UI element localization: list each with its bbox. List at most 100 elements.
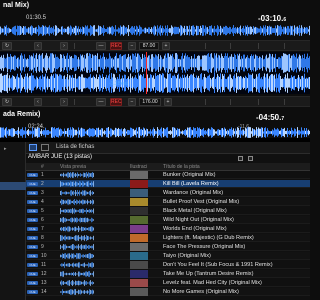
waveform-bar bbox=[56, 128, 57, 137]
waveform-bar bbox=[84, 77, 85, 89]
waveform-bar bbox=[11, 56, 12, 70]
waveform-bar bbox=[73, 227, 74, 231]
waveform-bar bbox=[128, 53, 129, 73]
table-row[interactable]: CUE 12 Take Me Up (Tantrum Desire Remix) bbox=[26, 270, 310, 278]
waveform-bar bbox=[96, 127, 97, 138]
deck-2-dash-button[interactable]: — bbox=[96, 98, 106, 106]
grid-view-icon[interactable] bbox=[41, 144, 49, 151]
deck-1-overview-waveform[interactable] bbox=[0, 24, 310, 37]
deck-1-next-button[interactable]: › bbox=[60, 42, 68, 50]
table-row[interactable]: CUE 6 Wild Night Out (Original Mix) bbox=[26, 216, 310, 224]
deck-1-minus-button[interactable]: − bbox=[128, 42, 136, 50]
deck-1-plus-button[interactable]: + bbox=[162, 42, 170, 50]
waveform-bar bbox=[115, 25, 116, 36]
waveform-bar bbox=[78, 26, 79, 35]
waveform-bar bbox=[174, 74, 175, 92]
track-preview-waveform[interactable] bbox=[60, 280, 94, 286]
table-row[interactable]: CUE 4 Bullet Proof Vest (Original Mix) bbox=[26, 198, 310, 206]
cue-state-badge: CUE bbox=[27, 227, 38, 231]
waveform-bar bbox=[28, 128, 29, 137]
deck-zoom-waveforms[interactable]: -1.1Beat bbox=[0, 52, 310, 94]
waveform-bar bbox=[47, 76, 48, 90]
column-header-number[interactable]: # bbox=[41, 164, 44, 170]
cue-state-badge: CUE bbox=[27, 173, 38, 177]
deck-1-loop-button[interactable]: ↻ bbox=[2, 42, 12, 50]
track-preview-waveform[interactable] bbox=[60, 208, 94, 214]
column-header-artwork[interactable]: Ilustraci bbox=[130, 164, 147, 170]
table-row[interactable]: CUE 5 Black Metal (Original Mix) bbox=[26, 207, 310, 215]
track-preview-waveform[interactable] bbox=[60, 181, 94, 187]
waveform-bar bbox=[90, 25, 91, 36]
waveform-bar bbox=[303, 77, 304, 89]
waveform-bar bbox=[233, 75, 234, 91]
waveform-bar bbox=[83, 245, 84, 249]
waveform-bar bbox=[91, 262, 92, 268]
deck-2-prev-button[interactable]: ‹ bbox=[34, 98, 42, 106]
table-row[interactable]: CUE 9 Face The Pressure (Original Mix) bbox=[26, 243, 310, 251]
waveform-bar bbox=[43, 58, 44, 68]
table-row[interactable]: CUE 1 Bunker (Original Mix) bbox=[26, 171, 310, 179]
table-row[interactable]: CUE 3 Wardance (Original Mix) bbox=[26, 189, 310, 197]
waveform-bar bbox=[254, 27, 255, 34]
waveform-bar bbox=[302, 130, 303, 135]
deck-1-dash-button[interactable]: — bbox=[96, 42, 106, 50]
waveform-bar bbox=[268, 130, 269, 135]
browser-sidebar[interactable]: ▸ bbox=[0, 142, 26, 300]
track-preview-waveform[interactable] bbox=[60, 289, 94, 295]
waveform-bar bbox=[82, 174, 83, 176]
waveform-bar bbox=[66, 254, 67, 258]
waveform-bar bbox=[120, 54, 121, 72]
track-preview-waveform[interactable] bbox=[60, 271, 94, 277]
filter-checkbox-1[interactable] bbox=[238, 156, 243, 161]
waveform-bar bbox=[83, 172, 84, 178]
waveform-bar bbox=[89, 209, 90, 213]
list-view-icon[interactable] bbox=[29, 144, 37, 151]
sidebar-selected-item[interactable] bbox=[0, 182, 26, 190]
waveform-bar bbox=[128, 76, 129, 90]
deck-1-prev-button[interactable]: ‹ bbox=[34, 42, 42, 50]
waveform-bar bbox=[191, 74, 192, 92]
waveform-bar bbox=[84, 290, 85, 294]
table-row[interactable]: CUE 7 Worlds End (Original Mix) bbox=[26, 225, 310, 233]
table-row[interactable]: CUE 14 No More Games (Original Mix) bbox=[26, 288, 310, 296]
waveform-bar bbox=[130, 73, 131, 93]
column-header-title[interactable]: Título de la pista bbox=[163, 164, 200, 170]
waveform-bar bbox=[83, 190, 84, 196]
deck-2-overview-waveform[interactable] bbox=[0, 126, 310, 138]
waveform-bar bbox=[90, 226, 91, 232]
deck-2-pitch-field[interactable]: 176.00 bbox=[139, 98, 161, 106]
track-preview-waveform[interactable] bbox=[60, 244, 94, 250]
deck-2-rec-button[interactable]: REC bbox=[110, 98, 122, 106]
deck-2-loop-button[interactable]: ↻ bbox=[2, 98, 12, 106]
table-row[interactable]: CUE 8 Lighters (ft. Majestic) (G Dub Remix… bbox=[26, 234, 310, 242]
track-preview-waveform[interactable] bbox=[60, 253, 94, 259]
deck-2-minus-button[interactable]: − bbox=[128, 98, 136, 106]
table-row[interactable]: CUE 11 Don't You Feel It (Sub Focus & 1991… bbox=[26, 261, 310, 269]
waveform-bar bbox=[244, 28, 245, 33]
table-row[interactable]: CUE 2 Kill Bill (Lavela Remix) bbox=[26, 180, 310, 188]
deck-2-plus-button[interactable]: + bbox=[164, 98, 172, 106]
waveform-bar bbox=[87, 290, 88, 294]
waveform-bar bbox=[150, 29, 151, 32]
track-preview-waveform[interactable] bbox=[60, 235, 94, 241]
waveform-bar bbox=[91, 273, 92, 275]
waveform-bar bbox=[89, 219, 90, 221]
table-row[interactable]: CUE 13 Levelz feat. Mad Hed City (Original… bbox=[26, 279, 310, 287]
waveform-bar bbox=[75, 181, 76, 187]
waveform-bar bbox=[303, 130, 304, 135]
deck-1-rec-button[interactable]: REC bbox=[110, 42, 122, 50]
track-preview-waveform[interactable] bbox=[60, 262, 94, 268]
track-preview-waveform[interactable] bbox=[60, 217, 94, 223]
tab-track-list[interactable]: Lista de fichas bbox=[56, 144, 94, 150]
track-preview-waveform[interactable] bbox=[60, 172, 94, 178]
track-preview-waveform[interactable] bbox=[60, 226, 94, 232]
deck-1-pitch-field[interactable]: 87.00 bbox=[139, 42, 159, 50]
table-row[interactable]: CUE 10 Taiyo (Original Mix) bbox=[26, 252, 310, 260]
track-preview-waveform[interactable] bbox=[60, 199, 94, 205]
column-header-preview[interactable]: Vista previa bbox=[60, 164, 86, 170]
waveform-bar bbox=[81, 217, 82, 223]
waveform-bar bbox=[87, 254, 88, 258]
track-preview-waveform[interactable] bbox=[60, 190, 94, 196]
deck-2-next-button[interactable]: › bbox=[60, 98, 68, 106]
filter-checkbox-2[interactable] bbox=[248, 156, 253, 161]
